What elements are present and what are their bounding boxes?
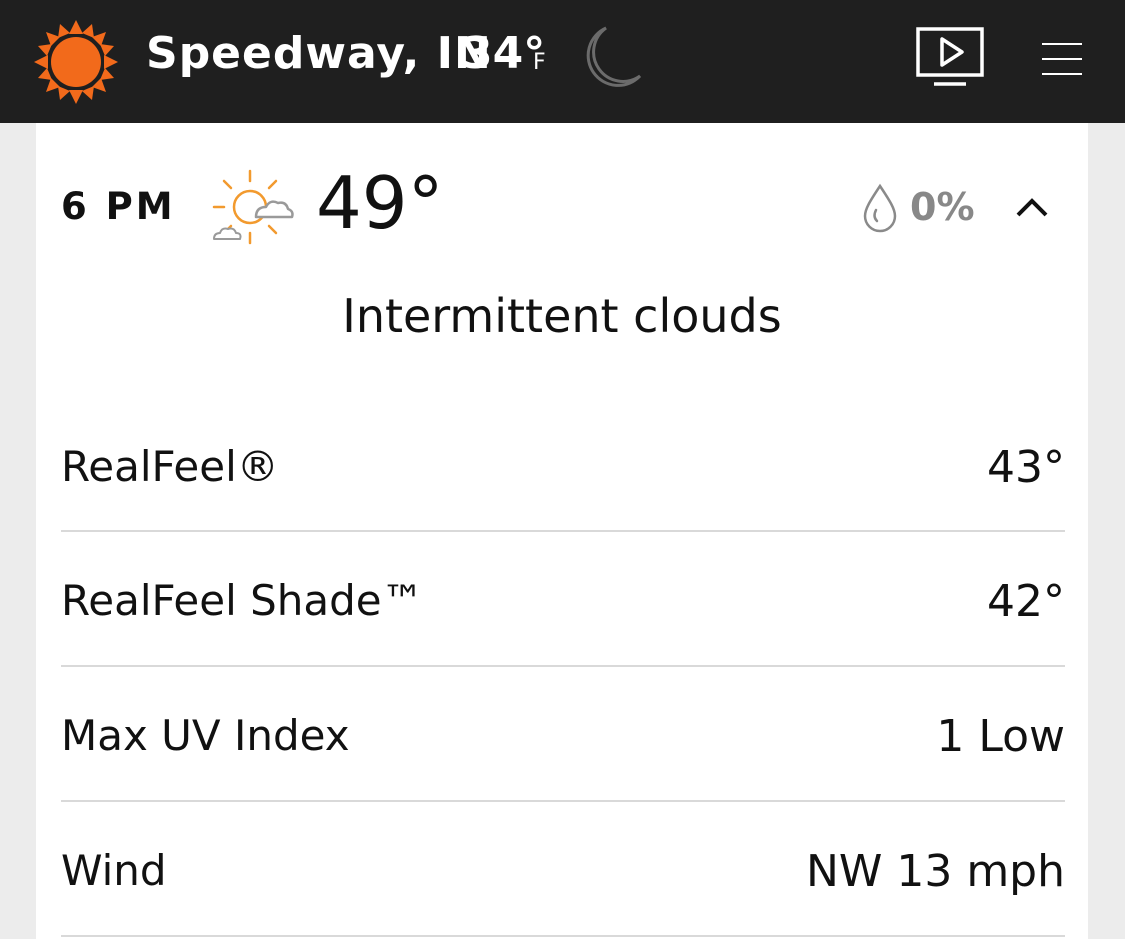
temperature-unit: F: [533, 50, 546, 75]
detail-row-wind: Wind NW 13 mph: [61, 802, 1065, 937]
sun-logo-icon[interactable]: [34, 20, 118, 104]
forecast-temperature: 49°: [316, 161, 444, 245]
detail-value: 1 Low: [936, 711, 1065, 762]
precipitation-probability: 0%: [910, 185, 975, 229]
hamburger-menu-icon[interactable]: [1040, 40, 1084, 78]
forecast-hour: 6 PM: [61, 185, 176, 228]
detail-row-realfeel-shade: RealFeel Shade™ 42°: [61, 532, 1065, 667]
raindrop-icon: [863, 183, 897, 233]
detail-label: RealFeel®: [61, 442, 279, 491]
video-play-icon[interactable]: [914, 26, 988, 90]
chevron-up-icon[interactable]: [1014, 193, 1050, 219]
detail-value: NW 13 mph: [805, 846, 1065, 897]
detail-label: Wind: [61, 846, 167, 895]
detail-label: Max UV Index: [61, 711, 350, 760]
detail-row-uv-index: Max UV Index 1 Low: [61, 667, 1065, 802]
detail-value: 43°: [987, 442, 1065, 493]
detail-row-realfeel: RealFeel® 43°: [61, 398, 1065, 532]
detail-label: RealFeel Shade™: [61, 576, 424, 625]
top-header: Speedway, IN 34° F: [0, 0, 1125, 123]
partly-sunny-icon: [212, 169, 294, 245]
hourly-forecast-card: 6 PM 49° 0% Intermittent clouds RealFeel…: [36, 123, 1088, 939]
moon-icon: [586, 26, 642, 87]
weather-phrase: Intermittent clouds: [342, 289, 782, 343]
forecast-details-list: RealFeel® 43° RealFeel Shade™ 42° Max UV…: [61, 398, 1065, 937]
detail-value: 42°: [987, 576, 1065, 627]
location-name[interactable]: Speedway, IN: [146, 28, 492, 79]
